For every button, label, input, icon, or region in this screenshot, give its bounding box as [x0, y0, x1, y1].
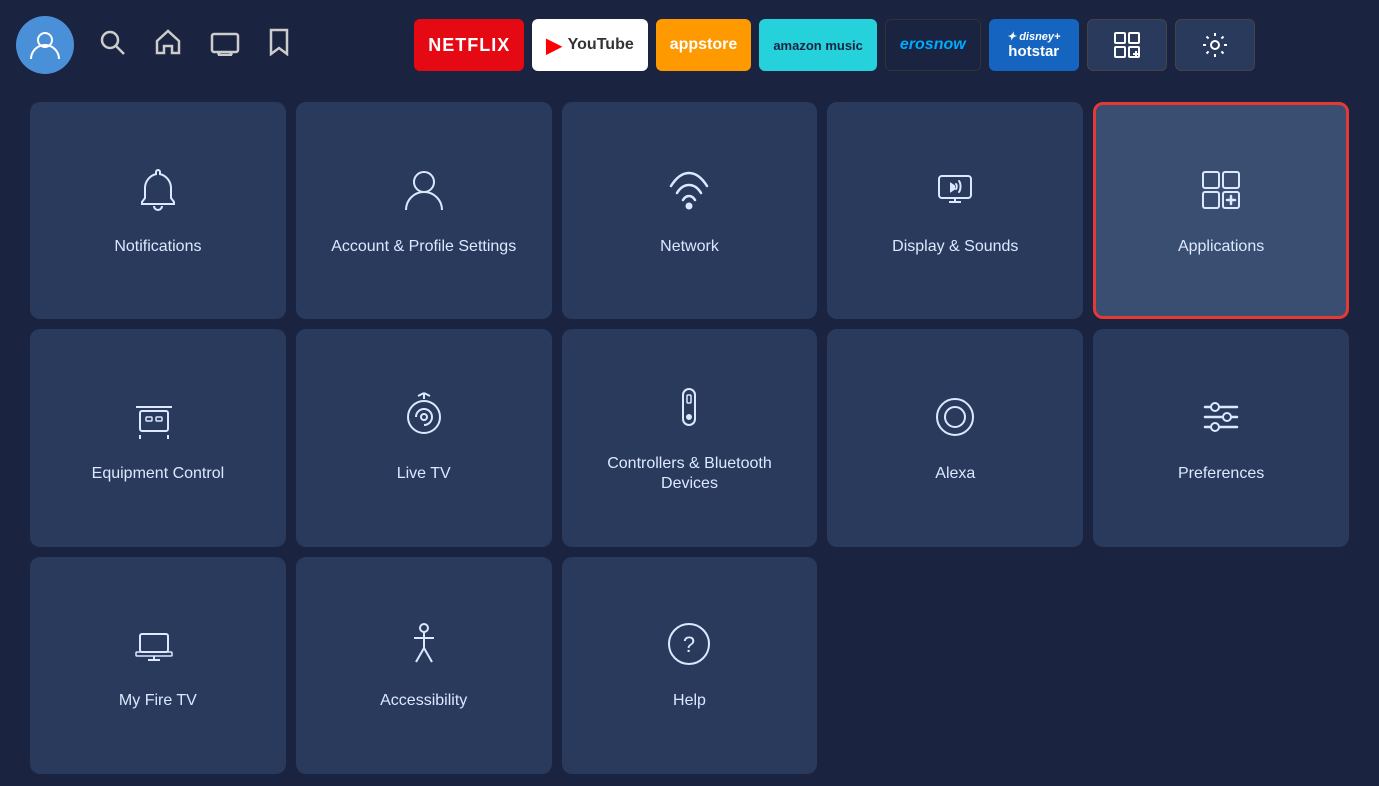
tile-account-profile[interactable]: Account & Profile Settings — [296, 102, 552, 319]
notifications-icon — [132, 164, 184, 223]
accessibility-label: Accessibility — [380, 691, 467, 712]
amazon-music-label: amazon music — [773, 38, 863, 53]
home-icon[interactable] — [150, 24, 186, 67]
bookmark-icon[interactable] — [264, 24, 294, 67]
youtube-logo-icon: ▶ — [546, 33, 561, 58]
tile-preferences[interactable]: Preferences — [1093, 329, 1349, 546]
disney-label: ✦ disney+ — [1007, 30, 1061, 43]
applications-label: Applications — [1178, 237, 1264, 258]
controllers-bluetooth-icon — [663, 381, 715, 440]
display-sounds-label: Display & Sounds — [892, 237, 1018, 258]
search-icon[interactable] — [94, 24, 130, 67]
header-apps: NETFLIX ▶ YouTube appstore amazon music … — [306, 19, 1363, 71]
app-hotstar[interactable]: ✦ disney+ hotstar — [989, 19, 1079, 71]
tile-accessibility[interactable]: Accessibility — [296, 557, 552, 774]
equipment-control-icon — [132, 391, 184, 450]
tile-applications[interactable]: Applications — [1093, 102, 1349, 319]
tile-notifications[interactable]: Notifications — [30, 102, 286, 319]
alexa-icon — [929, 391, 981, 450]
app-erosnow[interactable]: erosnow — [885, 19, 981, 71]
hotstar-label: hotstar — [1008, 43, 1059, 60]
tile-network[interactable]: Network — [562, 102, 818, 319]
accessibility-icon — [398, 618, 450, 677]
applications-icon — [1195, 164, 1247, 223]
user-avatar[interactable] — [16, 16, 74, 74]
alexa-label: Alexa — [935, 464, 975, 485]
tile-alexa[interactable]: Alexa — [827, 329, 1083, 546]
netflix-label: NETFLIX — [428, 35, 510, 56]
tile-help[interactable]: ? Help — [562, 557, 818, 774]
tile-live-tv[interactable]: Live TV — [296, 329, 552, 546]
tile-my-fire-tv[interactable]: My Fire TV — [30, 557, 286, 774]
svg-text:?: ? — [683, 632, 695, 657]
header-nav — [16, 16, 294, 74]
network-icon — [663, 164, 715, 223]
preferences-label: Preferences — [1178, 464, 1264, 485]
account-icon — [398, 164, 450, 223]
settings-button[interactable] — [1175, 19, 1255, 71]
help-label: Help — [673, 691, 706, 712]
tv-icon[interactable] — [206, 24, 244, 67]
equipment-control-label: Equipment Control — [92, 464, 225, 485]
appstore-label: appstore — [670, 36, 738, 54]
controllers-bluetooth-label: Controllers & Bluetooth Devices — [578, 454, 802, 496]
app-youtube[interactable]: ▶ YouTube — [532, 19, 647, 71]
app-amazon-music[interactable]: amazon music — [759, 19, 877, 71]
live-tv-icon — [398, 391, 450, 450]
app-grid-button[interactable] — [1087, 19, 1167, 71]
display-sounds-icon — [929, 164, 981, 223]
settings-grid: Notifications Account & Profile Settings… — [0, 90, 1379, 786]
help-icon: ? — [663, 618, 715, 677]
tile-display-sounds[interactable]: Display & Sounds — [827, 102, 1083, 319]
my-fire-tv-label: My Fire TV — [119, 691, 197, 712]
network-label: Network — [660, 237, 719, 258]
account-profile-label: Account & Profile Settings — [331, 237, 516, 258]
app-netflix[interactable]: NETFLIX — [414, 19, 524, 71]
app-appstore[interactable]: appstore — [656, 19, 752, 71]
my-fire-tv-icon — [132, 618, 184, 677]
tile-controllers-bluetooth[interactable]: Controllers & Bluetooth Devices — [562, 329, 818, 546]
live-tv-label: Live TV — [397, 464, 451, 485]
header: NETFLIX ▶ YouTube appstore amazon music … — [0, 0, 1379, 90]
notifications-label: Notifications — [114, 237, 201, 258]
tile-equipment-control[interactable]: Equipment Control — [30, 329, 286, 546]
erosnow-label: erosnow — [900, 36, 966, 54]
preferences-icon — [1195, 391, 1247, 450]
youtube-label: YouTube — [568, 36, 634, 54]
